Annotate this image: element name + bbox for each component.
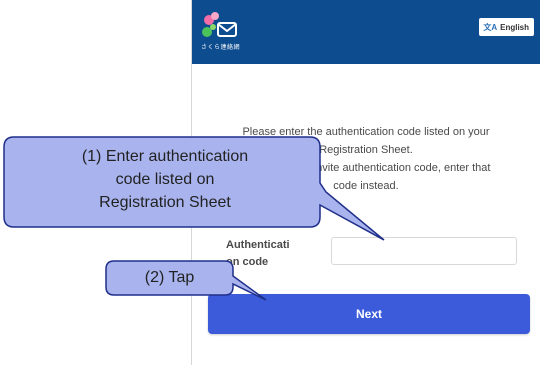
- auth-code-label: Authenticati on code: [226, 237, 306, 271]
- callout-line: (1) Enter authentication: [81, 148, 249, 165]
- auth-form: Please enter the authentication code lis…: [192, 64, 540, 365]
- translate-icon: 文A: [483, 22, 498, 32]
- auth-code-label-line: on code: [226, 256, 269, 268]
- callout-enter-code: (1) Enter authentication code listed on …: [34, 145, 296, 214]
- callout-line: Registration Sheet: [99, 194, 231, 211]
- language-label: English: [500, 22, 529, 32]
- auth-code-input[interactable]: [331, 237, 517, 265]
- auth-code-label-line: Authenticati: [226, 239, 290, 251]
- logo-text: さくら連絡網: [201, 45, 241, 51]
- next-button[interactable]: Next: [208, 294, 530, 334]
- callout-line: code listed on: [115, 171, 215, 188]
- app-header: さくら連絡網 文A English: [192, 0, 540, 64]
- instruction-line: Please enter the authentication code lis…: [242, 126, 490, 138]
- callout-tap: (2) Tap: [144, 269, 195, 286]
- language-button[interactable]: 文A English: [479, 18, 534, 36]
